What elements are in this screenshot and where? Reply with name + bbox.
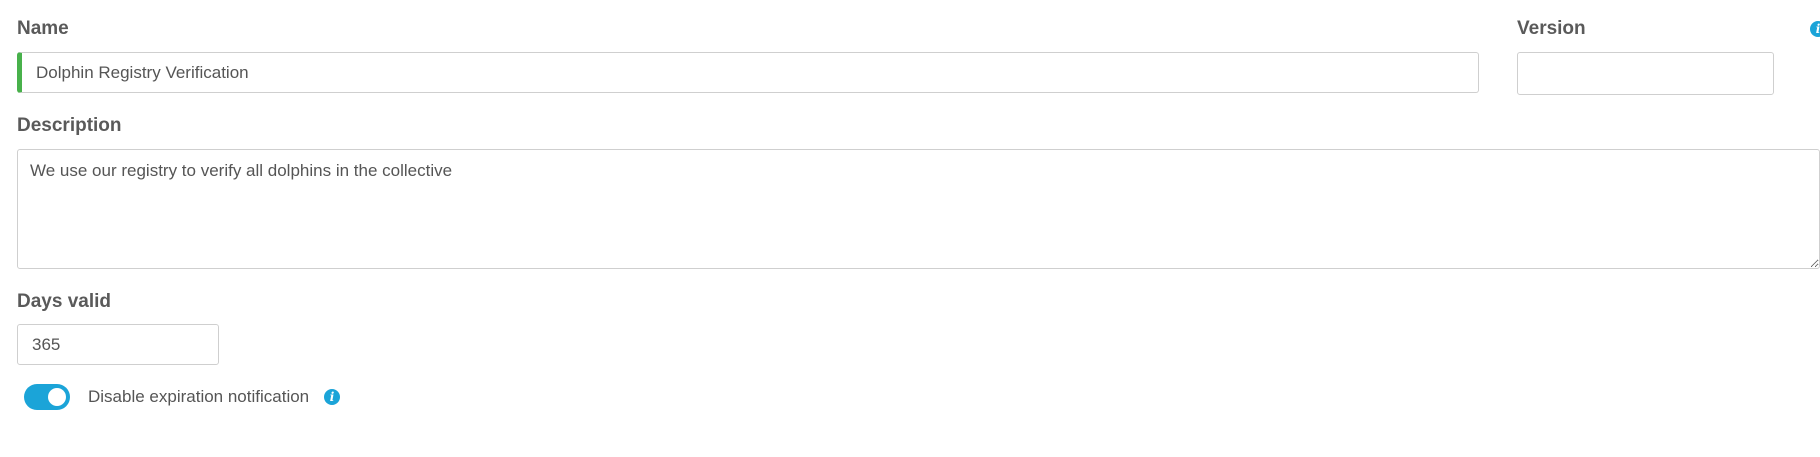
days-valid-label: Days valid	[17, 291, 111, 312]
name-label: Name	[17, 18, 69, 39]
name-input[interactable]	[17, 52, 1479, 93]
version-info-icon[interactable]: i	[1810, 21, 1820, 37]
disable-expiration-notification-label: Disable expiration notification	[88, 387, 310, 406]
toggle-knob	[48, 388, 66, 406]
description-label: Description	[17, 115, 122, 136]
description-textarea[interactable]: We use our registry to verify all dolphi…	[17, 149, 1820, 269]
version-input[interactable]	[1517, 52, 1774, 95]
certificate-form: Name Version i Description We use our re…	[0, 0, 1820, 457]
disable-expiration-notification-toggle[interactable]	[24, 384, 70, 410]
info-icon[interactable]: i	[324, 389, 340, 405]
version-label: Version	[1517, 18, 1586, 39]
days-valid-input[interactable]	[17, 324, 219, 365]
